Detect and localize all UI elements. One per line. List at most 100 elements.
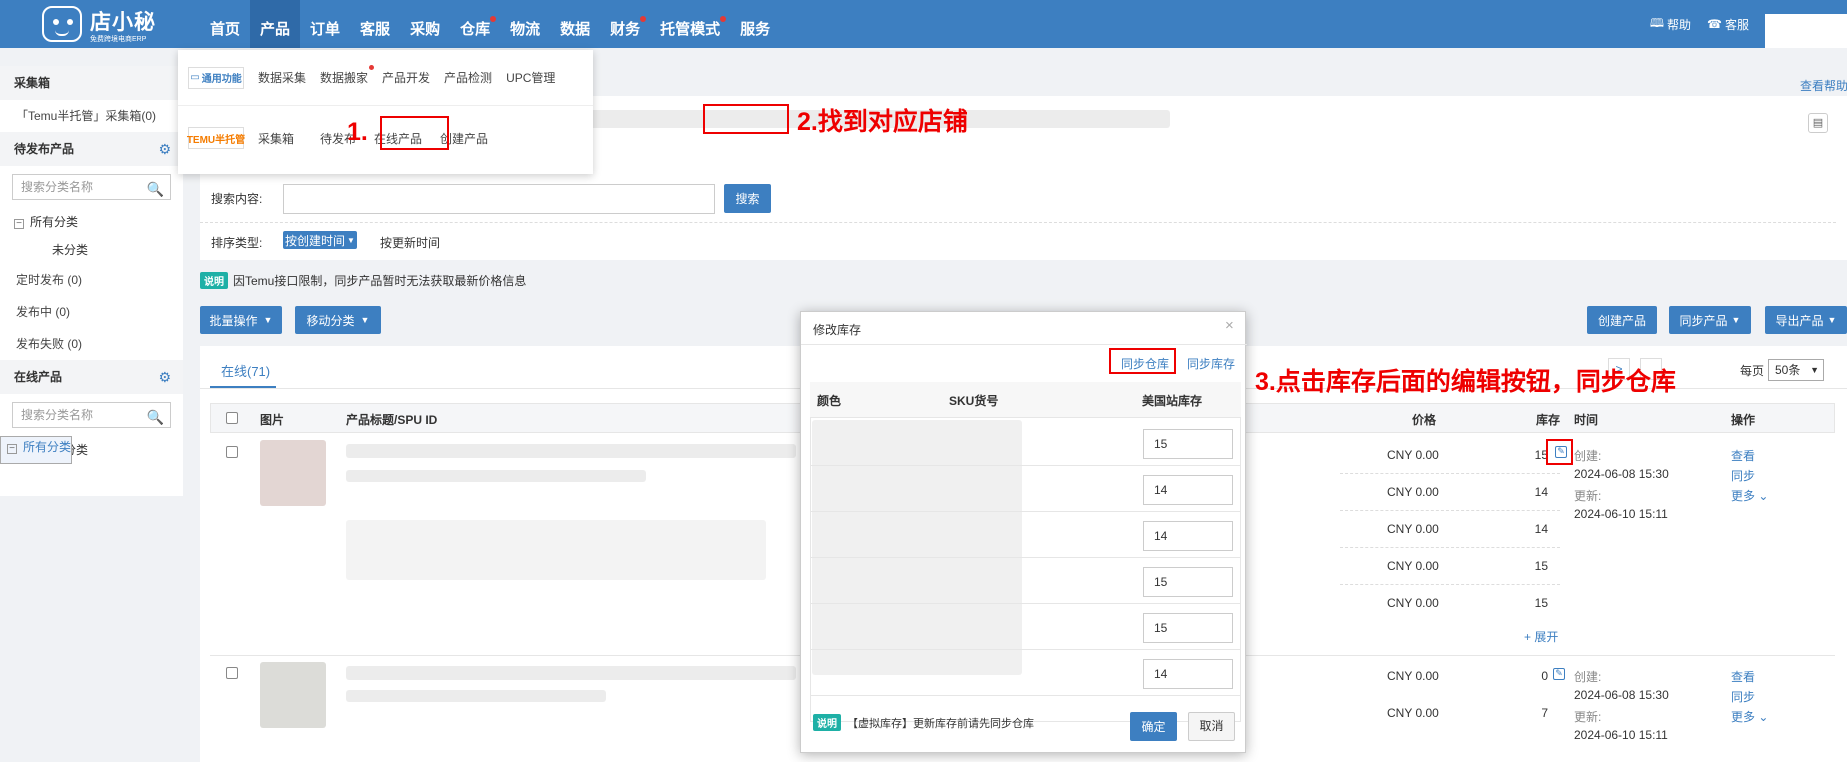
category-search-input[interactable]: 搜索分类名称 🔍 [12, 174, 171, 200]
created-label: 创建: [1574, 670, 1602, 684]
nav-item-1[interactable]: 产品 [250, 0, 301, 48]
menu-item-general-2[interactable]: 产品开发 [382, 69, 430, 86]
search-button[interactable]: 搜索 [724, 184, 771, 213]
search-icon[interactable]: 🔍 [147, 405, 164, 429]
sync-link[interactable]: 同步 [1731, 467, 1755, 484]
view-link[interactable]: 查看 [1731, 447, 1755, 464]
modal-note-text: 【虚拟库存】更新库存前请先同步仓库 [847, 718, 1034, 730]
stock-row: 14 [810, 466, 1241, 512]
row-checkbox[interactable] [226, 446, 238, 458]
sync-stock-link[interactable]: 同步库存 [1187, 355, 1235, 372]
us-stock-input[interactable]: 14 [1143, 659, 1233, 689]
gear-icon[interactable]: ⚙ [158, 132, 171, 166]
sidebar-item-temu-collect[interactable]: 「Temu半托管」采集箱(0) [0, 100, 183, 132]
us-stock-input[interactable]: 14 [1143, 475, 1233, 505]
sort-active-label: 按创建时间 [285, 233, 346, 248]
menu-item-label: 数据搬家 [320, 71, 369, 85]
top-right-links: 🕮 帮助 ☎ 客服 [1650, 0, 1847, 48]
account-box[interactable] [1765, 14, 1847, 48]
us-stock-input[interactable]: 15 [1143, 613, 1233, 643]
robot-logo-icon [42, 6, 82, 42]
menu-item-general-3[interactable]: 产品检测 [444, 69, 492, 86]
general-badge: ▭ 通用功能 [188, 66, 244, 89]
search-label: 搜索内容: [211, 192, 263, 206]
nav-label: 首页 [210, 21, 241, 38]
search-icon[interactable]: 🔍 [147, 177, 164, 201]
temu-badge: TEMU半托管 [187, 127, 245, 149]
sidebar-item-scheduled[interactable]: 定时发布 (0) [0, 264, 183, 296]
us-stock-input[interactable]: 15 [1143, 429, 1233, 459]
help-link[interactable]: 🕮 帮助 [1650, 14, 1691, 35]
modal-title: 修改库存 [813, 323, 862, 337]
menu-item-temu-0[interactable]: 采集箱 [258, 130, 294, 147]
col-image: 图片 [260, 413, 285, 427]
move-category-button[interactable]: 移动分类 ▼ [295, 306, 381, 334]
nav-item-8[interactable]: 财务 [600, 0, 650, 48]
nav-label: 客服 [360, 21, 391, 38]
sync-link[interactable]: 同步 [1731, 688, 1755, 705]
collapse-icon[interactable]: − [14, 219, 24, 229]
confirm-button[interactable]: 确定 [1130, 712, 1177, 741]
nav-item-10[interactable]: 服务 [730, 0, 780, 48]
menu-item-general-4[interactable]: UPC管理 [506, 69, 555, 86]
expand-link[interactable]: + 展开 [1524, 628, 1558, 645]
category-search-input-2[interactable]: 搜索分类名称 🔍 [12, 402, 171, 428]
close-icon[interactable]: × [1225, 317, 1234, 334]
nav-item-7[interactable]: 数据 [550, 0, 600, 48]
select-all-checkbox[interactable] [226, 412, 238, 424]
more-link[interactable]: 更多 ⌄ [1731, 487, 1768, 504]
notice-tag: 说明 [200, 272, 228, 289]
export-product-button[interactable]: 导出产品 ▼ [1765, 306, 1847, 334]
cancel-button[interactable]: 取消 [1188, 712, 1235, 741]
nav-item-2[interactable]: 订单 [300, 0, 350, 48]
logo[interactable]: 店小秘 免费跨境电商ERP [40, 4, 160, 44]
more-link[interactable]: 更多 ⌄ [1731, 708, 1768, 725]
col-sku: SKU货号 [949, 394, 999, 408]
help-label: 帮助 [1667, 17, 1692, 32]
search-content-input[interactable] [283, 184, 715, 214]
created-time: 2024-06-08 15:30 [1574, 467, 1669, 481]
highlight-edit-stock [1546, 439, 1573, 465]
menu-item-general-1[interactable]: 数据搬家 [320, 65, 375, 86]
sync-label: 同步产品 [1679, 313, 1728, 328]
tree-all-categories-online[interactable]: − 所有分类 [0, 436, 73, 464]
view-link[interactable]: 查看 [1731, 668, 1755, 685]
sort-by-created[interactable]: 按创建时间 ▼ [283, 231, 357, 249]
sync-product-button[interactable]: 同步产品 ▼ [1669, 306, 1751, 334]
sidebar-item-publishing[interactable]: 发布中 (0) [0, 296, 183, 328]
nav-label: 仓库 [460, 21, 491, 38]
price-cell: CNY 0.00 [1387, 485, 1439, 499]
service-link[interactable]: ☎ 客服 [1707, 16, 1749, 33]
nav-item-9[interactable]: 托管模式 [650, 0, 730, 48]
price-cell: CNY 0.00 [1387, 706, 1439, 720]
per-page-select[interactable]: 50条 ▼ [1768, 359, 1824, 381]
sidebar-item-failed[interactable]: 发布失败 (0) [0, 328, 183, 360]
sort-by-updated[interactable]: 按更新时间 [380, 234, 440, 251]
stock-cell: 7 [1541, 706, 1548, 720]
collapse-panel-icon[interactable]: ▤ [1808, 113, 1828, 133]
tree-uncategorized[interactable]: 未分类 [0, 236, 183, 264]
us-stock-input[interactable]: 15 [1143, 567, 1233, 597]
nav-item-6[interactable]: 物流 [500, 0, 550, 48]
tab-online[interactable]: 在线(71) [221, 361, 270, 380]
nav-item-4[interactable]: 采购 [400, 0, 450, 48]
nav-item-3[interactable]: 客服 [350, 0, 400, 48]
export-label: 导出产品 [1775, 313, 1824, 328]
tree-all-categories[interactable]: − 所有分类 [0, 208, 183, 236]
help-doc-link[interactable]: 查看帮助 [1800, 77, 1847, 94]
edit-stock-modal: 修改库存 × 同步仓库 同步库存 颜色 SKU货号 美国站库存 15 14 14 15… [800, 311, 1247, 753]
batch-ops-button[interactable]: 批量操作 ▼ [200, 306, 282, 334]
row-checkbox[interactable] [226, 667, 238, 679]
modal-note-tag: 说明 [813, 714, 841, 731]
edit-stock-icon[interactable]: ✎ [1553, 668, 1565, 680]
menu-item-general-0[interactable]: 数据采集 [258, 69, 306, 86]
nav-item-5[interactable]: 仓库 [450, 0, 500, 48]
chevron-down-icon: ▼ [1827, 315, 1837, 325]
gear-icon[interactable]: ⚙ [158, 360, 171, 394]
create-product-button[interactable]: 创建产品 [1587, 306, 1657, 334]
collapse-icon[interactable]: − [7, 444, 17, 454]
us-stock-input[interactable]: 14 [1143, 521, 1233, 551]
product-title-blur [346, 666, 796, 680]
menu-item-label: UPC管理 [506, 71, 556, 85]
nav-item-0[interactable]: 首页 [200, 0, 250, 48]
